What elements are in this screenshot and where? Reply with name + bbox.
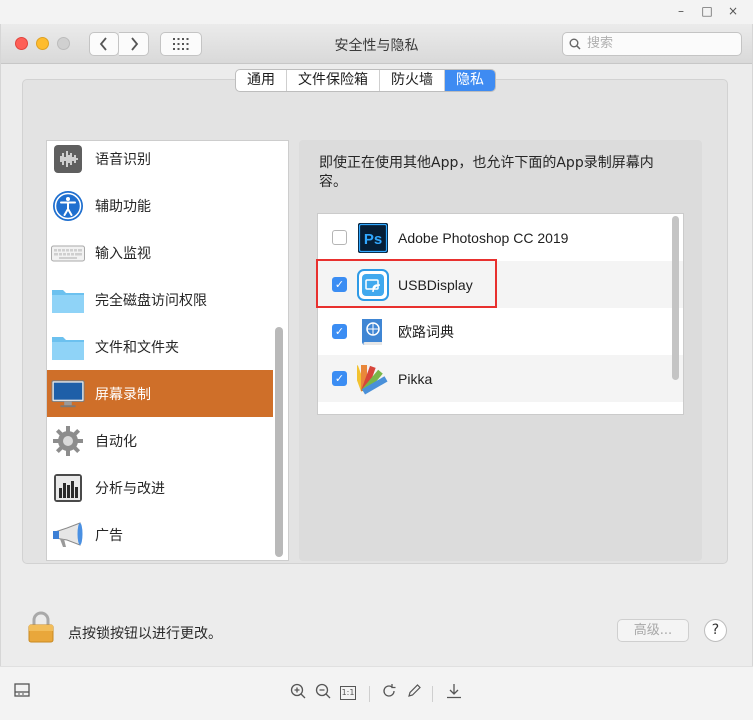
gear-icon bbox=[51, 424, 85, 458]
app-name: Adobe Photoshop CC 2019 bbox=[398, 229, 569, 246]
photoshop-icon: Ps bbox=[357, 222, 389, 254]
zoom-in-icon[interactable] bbox=[288, 683, 308, 703]
sidebar-toggle-icon[interactable] bbox=[12, 683, 32, 703]
app-checkbox-eudic[interactable]: ✓ bbox=[332, 324, 347, 339]
sidebar-item-files-and-folders[interactable]: 文件和文件夹 bbox=[47, 323, 273, 370]
window-titlebar: 安全性与隐私 搜索 bbox=[1, 24, 752, 64]
sidebar-item-automation[interactable]: 自动化 bbox=[47, 417, 273, 464]
monitor-icon bbox=[51, 377, 85, 411]
edit-icon[interactable] bbox=[404, 683, 424, 703]
sidebar-item-accessibility[interactable]: 辅助功能 bbox=[47, 182, 273, 229]
search-input[interactable]: 搜索 bbox=[562, 32, 742, 56]
zoom-out-icon[interactable] bbox=[313, 683, 333, 703]
tab-privacy[interactable]: 隐私 bbox=[445, 70, 495, 91]
advanced-button[interactable]: 高级... bbox=[617, 619, 689, 642]
panel-description: 即使正在使用其他App，也允许下面的App录制屏幕内容。 bbox=[319, 155, 654, 190]
sidebar-item-label: 广告 bbox=[95, 527, 123, 544]
tab-firewall[interactable]: 防火墙 bbox=[380, 70, 445, 91]
folder-icon bbox=[51, 330, 85, 364]
megaphone-icon bbox=[51, 518, 85, 552]
app-row-eudic[interactable]: ✓ 欧路词典 bbox=[318, 308, 683, 355]
sidebar-item-label: 完全磁盘访问权限 bbox=[95, 292, 207, 309]
privacy-category-list[interactable]: 语音识别 辅助功能 输入监视 完全磁盘访问权限 文件和文件夹 屏幕录制 自动化 … bbox=[46, 140, 289, 561]
search-placeholder: 搜索 bbox=[587, 36, 614, 51]
app-row-pikka[interactable]: ✓ Pikka bbox=[318, 355, 683, 402]
app-permission-list[interactable]: Ps Adobe Photoshop CC 2019 ✓ USBDisplay … bbox=[317, 213, 684, 415]
sidebar-item-full-disk-access[interactable]: 完全磁盘访问权限 bbox=[47, 276, 273, 323]
category-list-scrollbar[interactable] bbox=[275, 327, 283, 557]
sidebar-item-label: 输入监视 bbox=[95, 245, 151, 262]
sidebar-item-label: 自动化 bbox=[95, 433, 137, 450]
app-checkbox-pikka[interactable]: ✓ bbox=[332, 371, 347, 386]
toolbar-divider bbox=[432, 686, 433, 702]
toolbar-divider bbox=[369, 686, 370, 702]
lock-hint-text: 点按锁按钮以进行更改。 bbox=[68, 626, 222, 642]
sidebar-item-advertising[interactable]: 广告 bbox=[47, 511, 273, 558]
keyboard-icon bbox=[51, 236, 85, 270]
actual-size-icon[interactable]: 1:1 bbox=[340, 686, 356, 700]
accessibility-icon bbox=[51, 189, 85, 223]
rotate-icon[interactable] bbox=[379, 683, 399, 703]
sidebar-item-label: 语音识别 bbox=[95, 151, 151, 168]
sidebar-item-analytics[interactable]: 分析与改进 bbox=[47, 464, 273, 511]
folder-icon bbox=[51, 283, 85, 317]
app-name: Pikka bbox=[398, 370, 433, 387]
viewer-close-button[interactable]: × bbox=[726, 3, 740, 19]
pikka-color-swatch-icon bbox=[357, 363, 389, 395]
tab-filevault[interactable]: 文件保险箱 bbox=[287, 70, 380, 91]
app-list-scrollbar[interactable] bbox=[672, 216, 679, 380]
highlight-annotation-box bbox=[316, 259, 497, 308]
app-checkbox-photoshop[interactable] bbox=[332, 230, 347, 245]
sidebar-item-label: 分析与改进 bbox=[95, 480, 165, 497]
sidebar-item-screen-recording[interactable]: 屏幕录制 bbox=[47, 370, 273, 417]
bar-chart-icon bbox=[51, 471, 85, 505]
search-icon bbox=[569, 33, 581, 58]
viewer-minimize-button[interactable]: – bbox=[674, 3, 688, 19]
download-icon[interactable] bbox=[444, 683, 464, 703]
app-name: 欧路词典 bbox=[398, 323, 454, 340]
sidebar-item-input-monitoring[interactable]: 输入监视 bbox=[47, 229, 273, 276]
tab-bar: 通用 文件保险箱 防火墙 隐私 bbox=[235, 69, 496, 92]
speech-waveform-icon bbox=[51, 142, 85, 176]
eudic-dictionary-icon bbox=[357, 316, 389, 348]
sidebar-item-label: 屏幕录制 bbox=[95, 386, 151, 403]
photoshop-badge-text: Ps bbox=[364, 231, 382, 248]
sidebar-item-speech-recognition[interactable]: 语音识别 bbox=[47, 141, 273, 182]
help-button[interactable]: ? bbox=[704, 619, 727, 642]
app-row-photoshop[interactable]: Ps Adobe Photoshop CC 2019 bbox=[318, 214, 683, 261]
lock-icon[interactable] bbox=[28, 611, 54, 647]
viewer-toolbar: 1:1 bbox=[0, 666, 753, 720]
viewer-title-bar: – □ × bbox=[0, 0, 753, 24]
sidebar-item-label: 辅助功能 bbox=[95, 198, 151, 215]
sidebar-item-label: 文件和文件夹 bbox=[95, 339, 179, 356]
viewer-maximize-button[interactable]: □ bbox=[700, 3, 714, 19]
tab-general[interactable]: 通用 bbox=[236, 70, 287, 91]
